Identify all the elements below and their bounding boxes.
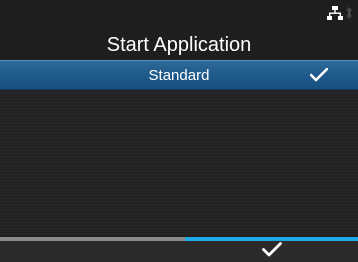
softkey-left[interactable] — [0, 237, 185, 262]
list-item-standard[interactable]: Standard — [0, 60, 358, 90]
softkey-bar — [0, 237, 358, 262]
option-list: Standard — [0, 60, 358, 235]
network-icon — [327, 6, 343, 20]
screen: Start Application Standard — [0, 0, 358, 262]
checkmark-icon — [261, 241, 282, 262]
bluetooth-icon — [346, 6, 352, 20]
list-item-label: Standard — [148, 66, 210, 84]
page-title: Start Application — [106, 34, 252, 56]
check-icon — [309, 67, 329, 87]
status-icons — [327, 6, 352, 20]
confirm-button[interactable] — [185, 237, 358, 262]
